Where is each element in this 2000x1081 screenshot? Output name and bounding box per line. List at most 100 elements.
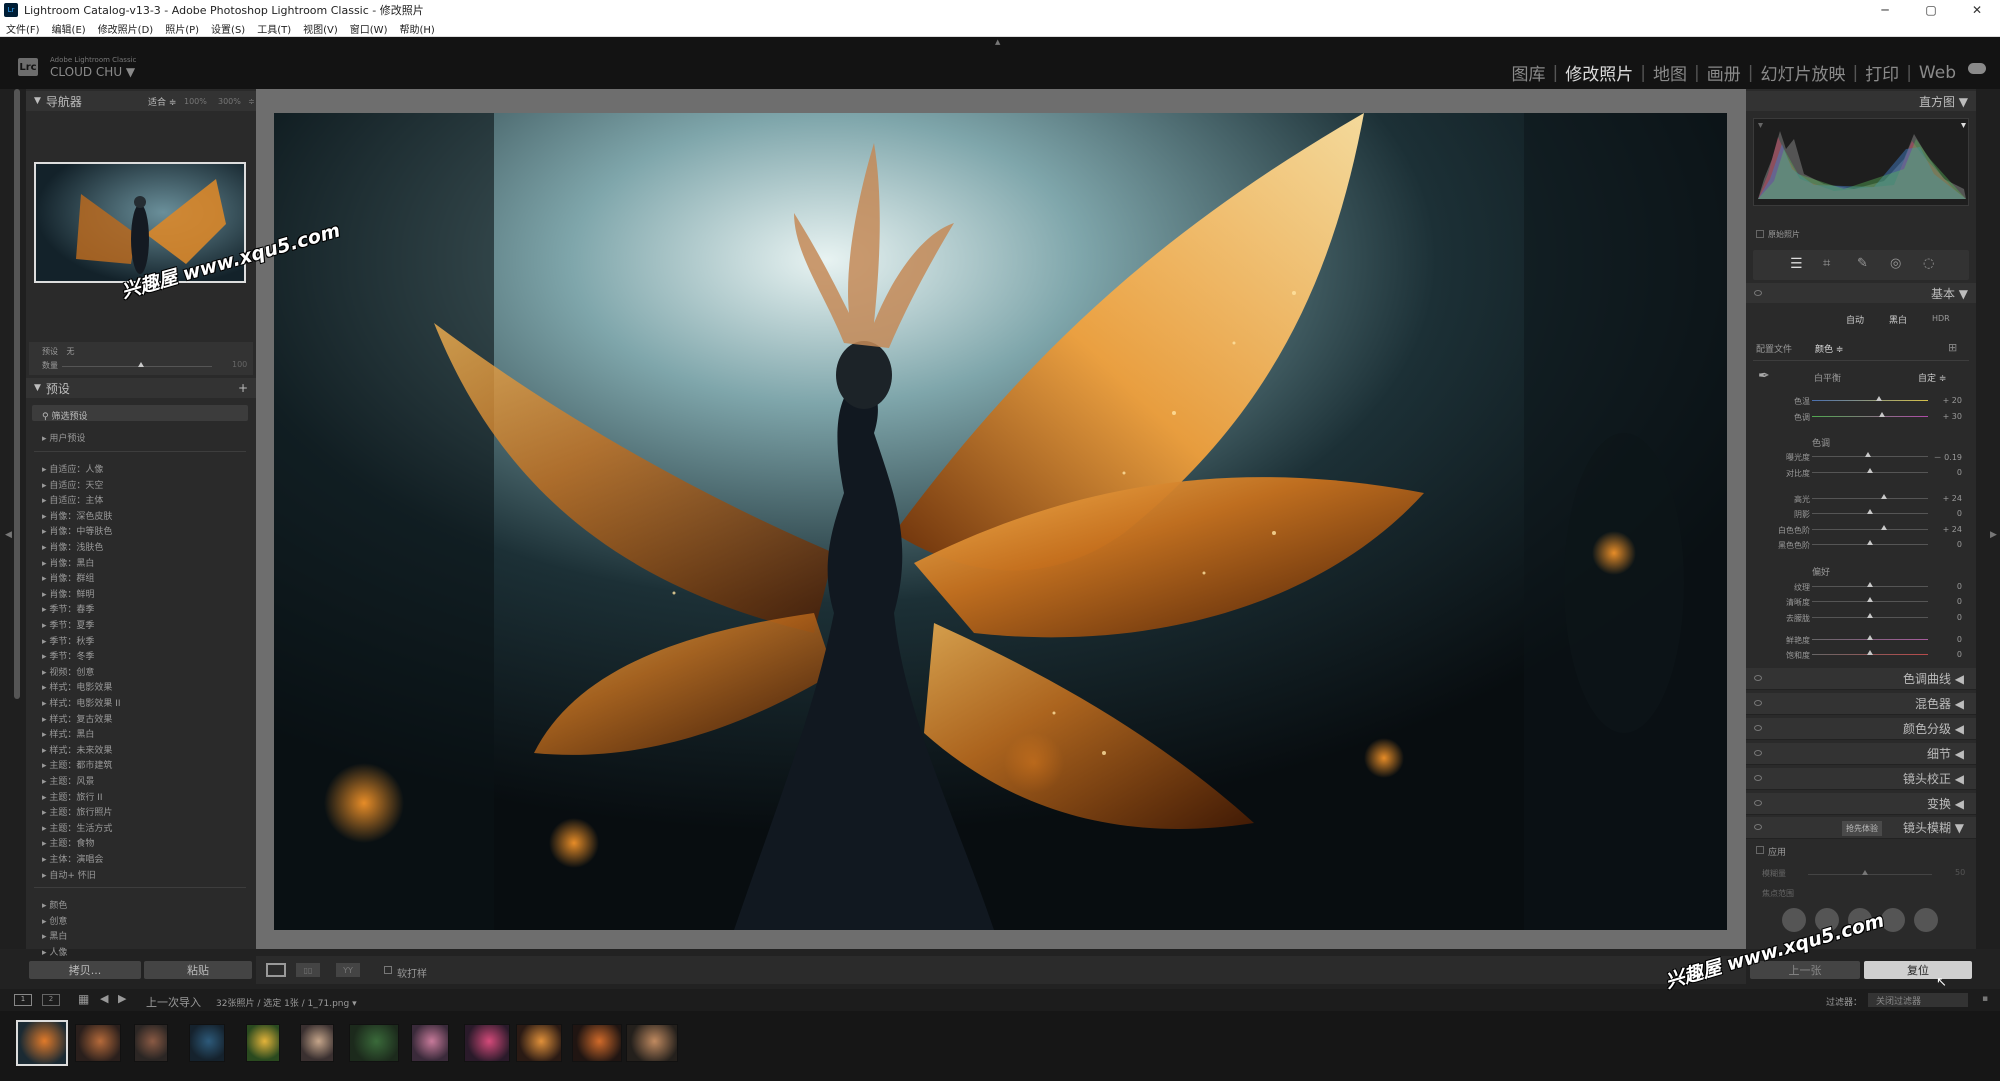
presets-header[interactable]: ▼ 预设 +	[26, 378, 256, 398]
add-preset-button[interactable]: +	[238, 381, 248, 395]
color-mixer-header[interactable]: 混色器 ◀	[1746, 693, 1976, 715]
module-print[interactable]: 打印	[1865, 60, 1899, 85]
filmstrip-thumbnail[interactable]	[134, 1024, 168, 1062]
slider-value[interactable]: 0	[1930, 468, 1962, 477]
eye-icon[interactable]	[1754, 750, 1762, 756]
slider-thumb[interactable]	[1880, 525, 1887, 530]
slider-value[interactable]: + 24	[1930, 494, 1962, 503]
preset-group-item[interactable]: ▸ 创意	[42, 914, 67, 927]
mask-tool-icon[interactable]: ◌	[1923, 256, 1934, 271]
preset-group-item[interactable]: ▸ 样式：黑白	[42, 727, 94, 740]
cloud-icon[interactable]	[1968, 63, 1986, 74]
slider-value[interactable]: 0	[1930, 509, 1962, 518]
mode-bw[interactable]: 黑白	[1889, 313, 1907, 326]
collapse-left-icon[interactable]: ◀	[5, 530, 12, 540]
navigator-header[interactable]: ▼ 导航器 适合 ≑ 100% 300% ≑	[26, 91, 256, 111]
eye-icon[interactable]	[1754, 725, 1762, 731]
color-grading-header[interactable]: 颜色分级 ◀	[1746, 718, 1976, 740]
slider-thumb[interactable]	[1867, 468, 1873, 473]
slider-value[interactable]: 0	[1930, 650, 1962, 659]
preset-group-item[interactable]: ▸ 黑白	[42, 929, 67, 942]
preset-group-item[interactable]: ▸ 季节：夏季	[42, 618, 94, 631]
slider-track[interactable]	[1812, 400, 1928, 401]
preset-group-item[interactable]: ▸ 季节：秋季	[42, 634, 94, 647]
zoom-100[interactable]: 100%	[184, 97, 207, 106]
menu-window[interactable]: 窗口(W)	[350, 21, 388, 36]
maximize-button[interactable]: ▢	[1908, 0, 1954, 20]
crop-tool-icon[interactable]: ⌗	[1823, 256, 1830, 271]
slider-value[interactable]: + 30	[1930, 412, 1962, 421]
preset-amount-thumb[interactable]	[138, 362, 144, 367]
slider-thumb[interactable]	[1867, 635, 1873, 640]
eye-icon[interactable]	[1754, 675, 1762, 681]
slider-track[interactable]	[1812, 416, 1928, 417]
preset-group-item[interactable]: ▸ 主题：旅行照片	[42, 805, 112, 818]
slider-thumb[interactable]	[1880, 494, 1887, 499]
zoom-fit[interactable]: 适合 ≑	[148, 95, 176, 108]
filter-presets-label[interactable]: ⚲ 筛选预设	[42, 409, 87, 422]
identity-user[interactable]: CLOUD CHU ▼	[50, 65, 135, 79]
preset-amount-slider[interactable]	[62, 366, 212, 367]
preset-group-item[interactable]: ▸ 主体：演唱会	[42, 852, 103, 865]
menu-edit[interactable]: 编辑(E)	[52, 21, 86, 36]
zoom-more-icon[interactable]: ≑	[248, 97, 255, 106]
apply-checkbox[interactable]	[1756, 846, 1764, 854]
bokeh-cat-eye-icon[interactable]	[1914, 908, 1938, 932]
copy-settings-button[interactable]: 拷贝...	[29, 961, 141, 979]
slider-value[interactable]: 0	[1930, 635, 1962, 644]
left-panel-scrollbar[interactable]	[14, 89, 20, 699]
softproof-checkbox[interactable]	[384, 966, 392, 974]
filmstrip-thumbnail[interactable]	[16, 1020, 68, 1066]
original-photo-checkbox[interactable]	[1756, 230, 1764, 238]
preset-group-item[interactable]: ▸ 主题：食物	[42, 836, 94, 849]
preset-group-item[interactable]: ▸ 样式：复古效果	[42, 712, 112, 725]
preset-group-item[interactable]: ▸ 季节：春季	[42, 602, 94, 615]
main-photo[interactable]	[274, 113, 1727, 930]
menu-file[interactable]: 文件(F)	[6, 21, 40, 36]
secondary-display-icon[interactable]: 2	[42, 994, 60, 1006]
slider-value[interactable]: 0	[1930, 582, 1962, 591]
primary-display-icon[interactable]: 1	[14, 994, 32, 1006]
blur-amount-slider[interactable]	[1808, 874, 1932, 875]
loupe-view-icon[interactable]	[266, 963, 286, 977]
transform-header[interactable]: 变换 ◀	[1746, 793, 1976, 815]
eye-icon[interactable]	[1754, 290, 1762, 296]
mode-hdr[interactable]: HDR	[1932, 314, 1950, 323]
filmstrip-thumbnail[interactable]	[189, 1024, 225, 1062]
filmstrip-thumbnail[interactable]	[464, 1024, 510, 1062]
preset-group-item[interactable]: ▸ 视频：创意	[42, 665, 94, 678]
slider-thumb[interactable]	[1867, 613, 1873, 618]
slider-thumb[interactable]	[1867, 650, 1873, 655]
before-after-view-icon[interactable]: ▯▯	[296, 963, 320, 977]
preset-group-item[interactable]: ▸ 主题：旅行 II	[42, 790, 103, 803]
filmstrip-thumbnail[interactable]	[516, 1024, 562, 1062]
eye-icon[interactable]	[1754, 824, 1762, 830]
module-web[interactable]: Web	[1919, 63, 1956, 83]
mode-auto[interactable]: 自动	[1846, 313, 1864, 326]
preset-group-item[interactable]: ▸ 肖像：深色皮肤	[42, 509, 112, 522]
preset-group-item[interactable]: ▸ 人像	[42, 945, 67, 958]
filmstrip-thumbnail[interactable]	[411, 1024, 449, 1062]
basic-header[interactable]: 基本 ▼	[1746, 283, 1976, 303]
menu-tools[interactable]: 工具(T)	[257, 21, 291, 36]
menu-settings[interactable]: 设置(S)	[211, 21, 245, 36]
filmstrip-source[interactable]: 上一次导入	[146, 994, 201, 1010]
filmstrip-thumbnail[interactable]	[572, 1024, 622, 1062]
slider-thumb[interactable]	[1867, 540, 1873, 545]
preset-group-item[interactable]: ▸ 自适应：天空	[42, 478, 103, 491]
preset-group-item[interactable]: ▸ 样式：未来效果	[42, 743, 112, 756]
module-book[interactable]: 画册	[1707, 60, 1741, 85]
slider-thumb[interactable]	[1876, 396, 1883, 401]
preset-group-item[interactable]: ▸ 肖像：浅肤色	[42, 540, 103, 553]
lens-correction-header[interactable]: 镜头校正 ◀	[1746, 768, 1976, 790]
reset-button[interactable]: 复位	[1864, 961, 1972, 979]
preset-group-item[interactable]: ▸ 肖像：黑白	[42, 556, 94, 569]
tone-curve-header[interactable]: 色调曲线 ◀	[1746, 668, 1976, 690]
preset-group-item[interactable]: ▸ 季节：冬季	[42, 649, 94, 662]
before-after-toggle-icon[interactable]: YY	[336, 963, 360, 977]
back-arrow-icon[interactable]: ◀	[100, 992, 108, 1005]
edit-tool-icon[interactable]: ☰	[1790, 256, 1803, 272]
slider-track[interactable]	[1812, 498, 1928, 499]
preset-group-item[interactable]: ▸ 主题：生活方式	[42, 821, 112, 834]
module-slideshow[interactable]: 幻灯片放映	[1760, 60, 1845, 85]
